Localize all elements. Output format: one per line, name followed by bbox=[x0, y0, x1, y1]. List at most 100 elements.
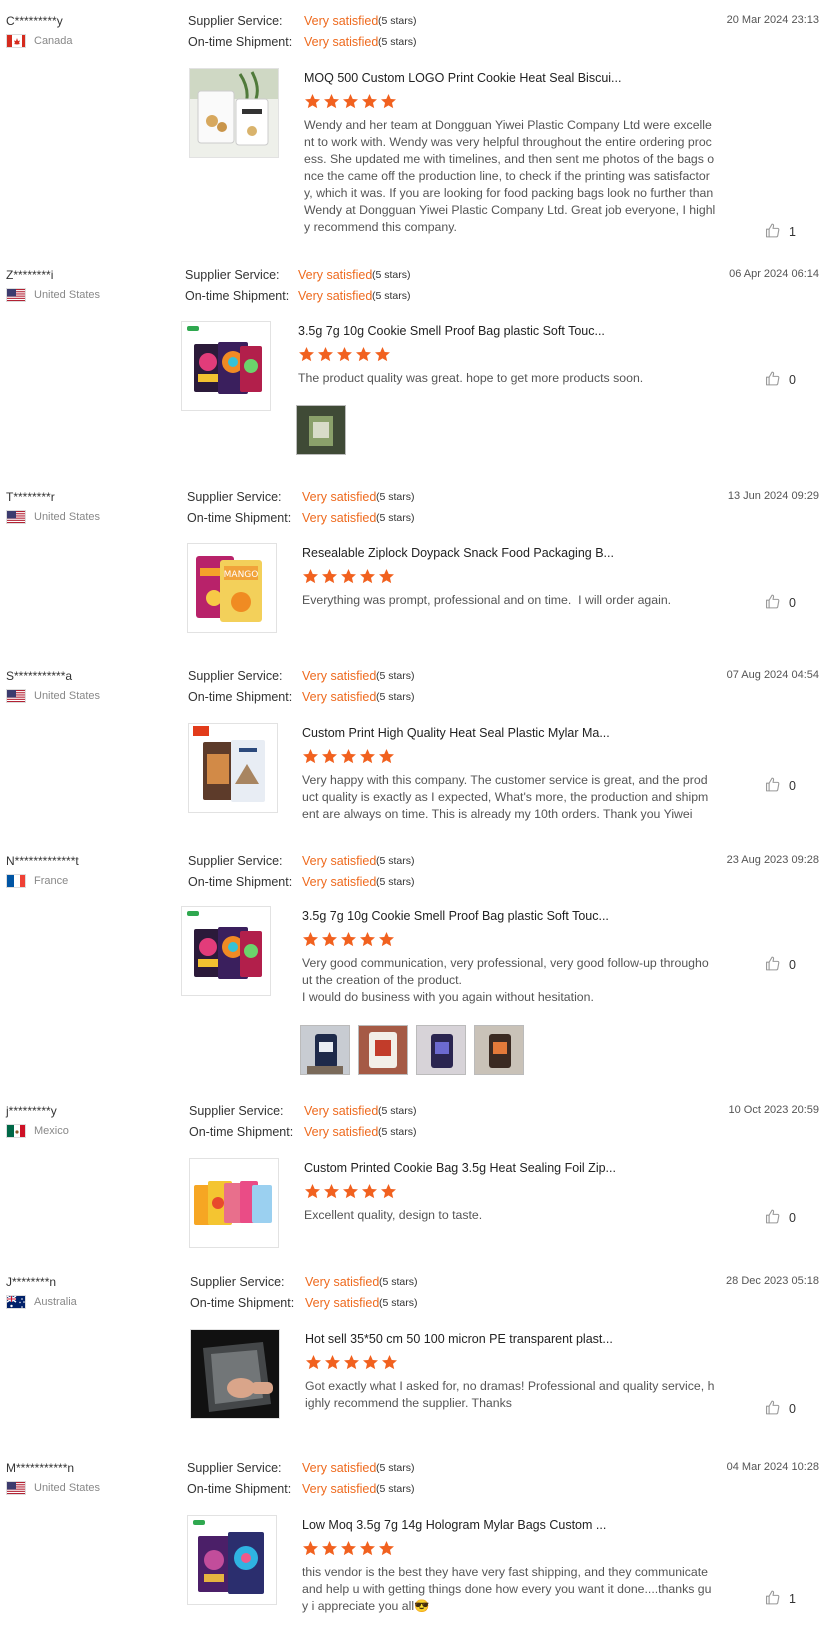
reviewer-name: J********n bbox=[6, 1275, 57, 1289]
thumbs-up-icon bbox=[764, 1399, 789, 1419]
ontime-shipment-stars: (5 stars) bbox=[372, 290, 411, 302]
product-title-link[interactable]: Custom Print High Quality Heat Seal Plas… bbox=[302, 726, 642, 740]
product-rating bbox=[302, 931, 397, 948]
product-title-link[interactable]: 3.5g 7g 10g Cookie Smell Proof Bag plast… bbox=[302, 909, 642, 923]
product-thumbnail[interactable] bbox=[187, 1515, 277, 1605]
product-title-link[interactable]: MOQ 500 Custom LOGO Print Cookie Heat Se… bbox=[304, 71, 644, 85]
like-button[interactable]: 0 bbox=[764, 776, 796, 796]
like-button[interactable]: 0 bbox=[764, 593, 796, 613]
supplier-service-value: Very satisfied bbox=[302, 854, 377, 868]
supplier-service-value: Very satisfied bbox=[302, 1461, 377, 1475]
ontime-shipment-label: On-time Shipment: bbox=[190, 1296, 295, 1310]
product-thumbnail[interactable] bbox=[189, 68, 279, 158]
thumbs-up-icon bbox=[764, 593, 789, 613]
product-rating bbox=[304, 1183, 399, 1200]
supplier-service-stars: (5 stars) bbox=[379, 1276, 418, 1288]
mexico-flag-icon bbox=[6, 1124, 26, 1138]
supplier-service-label: Supplier Service: bbox=[188, 854, 283, 868]
review-text: Wendy and her team at Dongguan Yiwei Pla… bbox=[304, 118, 717, 234]
usa-flag-icon bbox=[6, 689, 26, 703]
review-text: this vendor is the best they have very f… bbox=[302, 1565, 712, 1613]
ontime-shipment-stars: (5 stars) bbox=[378, 36, 417, 48]
product-rating bbox=[302, 748, 397, 765]
product-title-link[interactable]: Custom Printed Cookie Bag 3.5g Heat Seal… bbox=[304, 1161, 644, 1175]
product-thumbnail[interactable]: MANGO bbox=[187, 543, 277, 633]
country-name: United States bbox=[34, 1482, 101, 1494]
reviewer-name: C*********y bbox=[6, 14, 63, 28]
product-thumbnail[interactable] bbox=[188, 723, 278, 813]
ontime-shipment-value: Very satisfied bbox=[302, 511, 377, 525]
thumbs-up-icon bbox=[764, 776, 789, 796]
supplier-service-label: Supplier Service: bbox=[188, 669, 283, 683]
reviewer-name: j*********y bbox=[6, 1104, 57, 1118]
review-photo[interactable] bbox=[296, 405, 346, 455]
reviewer-country: United States bbox=[6, 288, 100, 302]
supplier-service-stars: (5 stars) bbox=[376, 670, 415, 682]
usa-flag-icon bbox=[6, 1481, 26, 1495]
reviewer-name: S***********a bbox=[6, 669, 73, 683]
review-text: Got exactly what I asked for, no dramas!… bbox=[305, 1379, 715, 1410]
like-button[interactable]: 0 bbox=[764, 370, 796, 390]
product-thumbnail[interactable] bbox=[181, 321, 271, 411]
like-button[interactable]: 1 bbox=[764, 1589, 796, 1609]
review-photo[interactable] bbox=[300, 1025, 350, 1075]
product-thumbnail[interactable] bbox=[190, 1329, 280, 1419]
country-name: Mexico bbox=[34, 1125, 69, 1137]
reviewer-country: Canada bbox=[6, 34, 73, 48]
product-rating bbox=[302, 1540, 397, 1557]
usa-flag-icon bbox=[6, 288, 26, 302]
product-title-link[interactable]: 3.5g 7g 10g Cookie Smell Proof Bag plast… bbox=[298, 324, 638, 338]
review-text: Very good communication, very profession… bbox=[302, 956, 709, 1004]
product-title-link[interactable]: Low Moq 3.5g 7g 14g Hologram Mylar Bags … bbox=[302, 1518, 642, 1532]
like-button[interactable]: 0 bbox=[764, 955, 796, 975]
review-date: 10 Oct 2023 20:59 bbox=[728, 1104, 819, 1116]
ontime-shipment-stars: (5 stars) bbox=[376, 1483, 415, 1495]
ontime-shipment-stars: (5 stars) bbox=[378, 1126, 417, 1138]
like-button[interactable]: 1 bbox=[764, 222, 796, 242]
reviewer-name: N*************t bbox=[6, 854, 79, 868]
like-count: 0 bbox=[789, 1211, 796, 1225]
reviewer-country: Australia bbox=[6, 1295, 77, 1309]
product-rating bbox=[305, 1354, 400, 1371]
like-count: 1 bbox=[789, 1592, 796, 1606]
review-text: The product quality was great. hope to g… bbox=[298, 371, 644, 385]
supplier-service-value: Very satisfied bbox=[298, 268, 373, 282]
ontime-shipment-label: On-time Shipment: bbox=[187, 511, 292, 525]
review-date: 04 Mar 2024 10:28 bbox=[726, 1461, 819, 1473]
like-count: 0 bbox=[789, 596, 796, 610]
like-button[interactable]: 0 bbox=[764, 1399, 796, 1419]
ontime-shipment-stars: (5 stars) bbox=[376, 876, 415, 888]
country-name: United States bbox=[34, 690, 101, 702]
product-thumbnail[interactable] bbox=[189, 1158, 279, 1248]
reviewer-country: Mexico bbox=[6, 1124, 69, 1138]
ontime-shipment-value: Very satisfied bbox=[304, 35, 379, 49]
ontime-shipment-stars: (5 stars) bbox=[376, 691, 415, 703]
review-photo[interactable] bbox=[416, 1025, 466, 1075]
product-thumbnail[interactable] bbox=[181, 906, 271, 996]
supplier-service-stars: (5 stars) bbox=[376, 491, 415, 503]
like-count: 1 bbox=[789, 225, 796, 239]
reviewer-name: T********r bbox=[6, 490, 55, 504]
review-photo[interactable] bbox=[358, 1025, 408, 1075]
product-title-link[interactable]: Resealable Ziplock Doypack Snack Food Pa… bbox=[302, 546, 642, 560]
review-photos bbox=[300, 1025, 524, 1075]
svg-text:MANGO: MANGO bbox=[224, 570, 259, 580]
review-date: 23 Aug 2023 09:28 bbox=[726, 854, 819, 866]
review-photo[interactable] bbox=[474, 1025, 524, 1075]
ontime-shipment-value: Very satisfied bbox=[298, 289, 373, 303]
reviewer-country: United States bbox=[6, 510, 100, 524]
product-title-link[interactable]: Hot sell 35*50 cm 50 100 micron PE trans… bbox=[305, 1332, 645, 1346]
thumbs-up-icon bbox=[764, 370, 789, 390]
supplier-service-stars: (5 stars) bbox=[376, 1462, 415, 1474]
like-button[interactable]: 0 bbox=[764, 1208, 796, 1228]
ontime-shipment-label: On-time Shipment: bbox=[189, 1125, 294, 1139]
like-count: 0 bbox=[789, 779, 796, 793]
ontime-shipment-label: On-time Shipment: bbox=[185, 289, 290, 303]
usa-flag-icon bbox=[6, 510, 26, 524]
review-date: 28 Dec 2023 05:18 bbox=[726, 1275, 819, 1287]
reviewer-name: Z********i bbox=[6, 268, 54, 282]
reviewer-country: France bbox=[6, 874, 68, 888]
supplier-service-stars: (5 stars) bbox=[378, 15, 417, 27]
country-name: United States bbox=[34, 289, 101, 301]
product-rating bbox=[298, 346, 393, 363]
